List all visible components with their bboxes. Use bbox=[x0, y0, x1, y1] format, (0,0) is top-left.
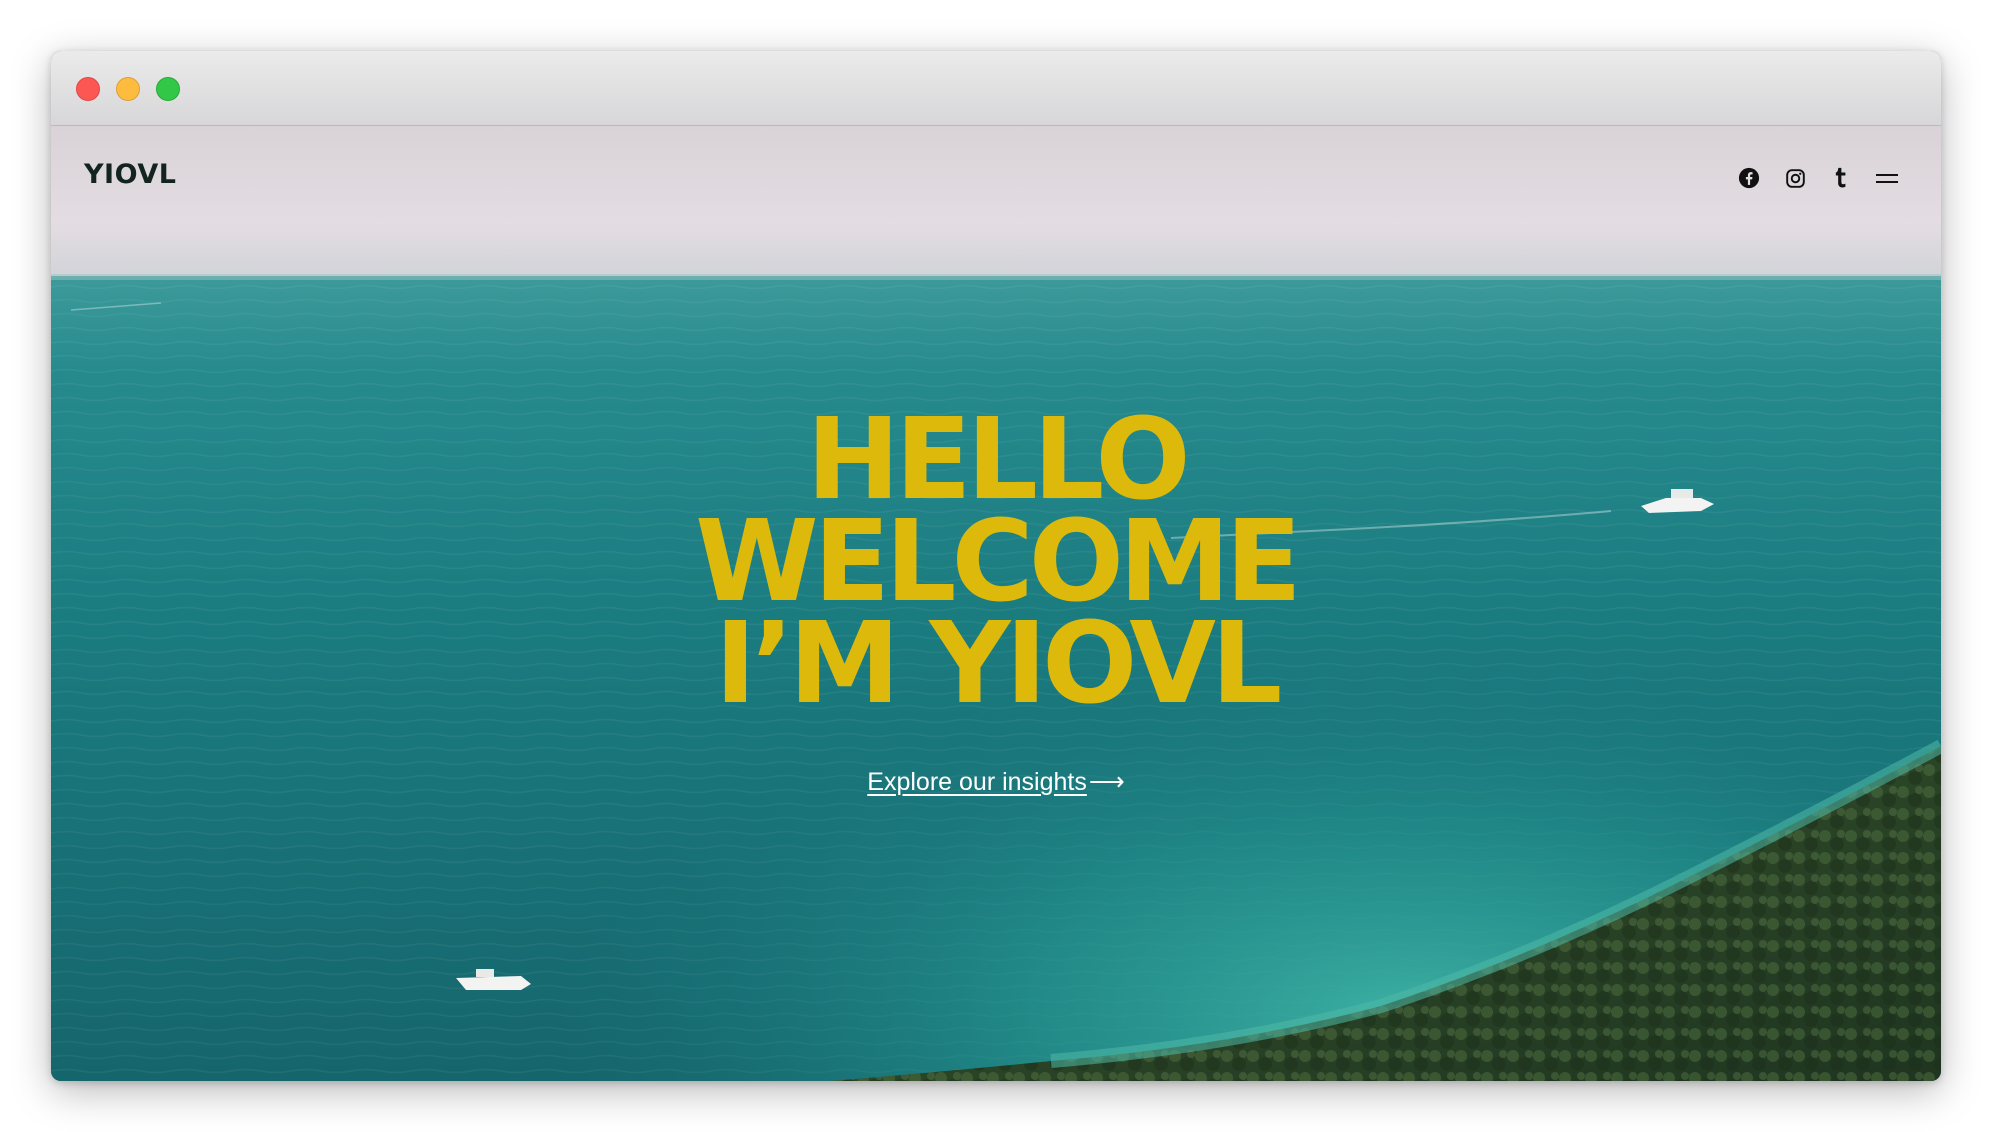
explore-insights-label: Explore our insights bbox=[867, 768, 1087, 796]
site-logo[interactable]: YIOVL bbox=[84, 159, 176, 190]
header-icons bbox=[1737, 166, 1899, 190]
title-bar bbox=[51, 51, 1941, 126]
explore-insights-link[interactable]: Explore our insights⟶ bbox=[867, 768, 1124, 796]
cta-container: Explore our insights⟶ bbox=[51, 767, 1941, 797]
zoom-window-button[interactable] bbox=[156, 77, 180, 101]
hero-headline: HELLO WELCOME I’M YIOVL bbox=[51, 395, 1941, 729]
menu-icon[interactable] bbox=[1875, 166, 1899, 190]
minimize-window-button[interactable] bbox=[116, 77, 140, 101]
facebook-icon[interactable] bbox=[1737, 166, 1761, 190]
headline-line-1: HELLO bbox=[806, 395, 1190, 525]
browser-window: YIOVL HELLO WELCOME I’M YIOVL Explore ou… bbox=[51, 51, 1941, 1081]
tumblr-icon[interactable] bbox=[1829, 166, 1853, 190]
close-window-button[interactable] bbox=[76, 77, 100, 101]
instagram-icon[interactable] bbox=[1783, 166, 1807, 190]
arrow-right-icon: ⟶ bbox=[1088, 768, 1125, 796]
page-viewport: YIOVL HELLO WELCOME I’M YIOVL Explore ou… bbox=[51, 126, 1941, 1081]
headline-line-3: I’M YIOVL bbox=[714, 599, 1283, 729]
headline-line-2: WELCOME bbox=[695, 497, 1302, 627]
